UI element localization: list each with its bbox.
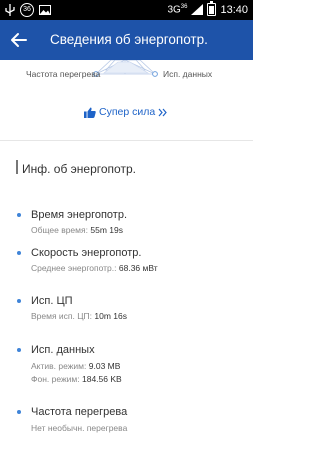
bullet-dot xyxy=(17,213,21,217)
double-chevron-right-icon xyxy=(158,108,167,116)
thumbs-up-icon xyxy=(84,107,96,118)
network-type: 3G36 xyxy=(167,3,188,16)
clock: 13:40 xyxy=(220,3,248,16)
back-button[interactable] xyxy=(8,29,30,51)
bullet-dot xyxy=(17,299,21,303)
status-bar: 36 3G36 13:40 xyxy=(0,0,253,20)
page-title: Сведения об энергопотр. xyxy=(50,32,208,47)
item-detail: Фон. режим: 184.56 KB xyxy=(31,374,122,384)
item-detail: Актив. режим: 9.03 MB xyxy=(31,361,121,371)
bullet-dot xyxy=(17,348,21,352)
section-marker xyxy=(16,160,18,174)
radar-chart: Частота перегрева Исп. данных xyxy=(0,60,253,90)
battery-icon xyxy=(207,1,217,16)
item-title: Исп. ЦП xyxy=(31,295,73,307)
item-detail: Время исп. ЦП: 10m 16s xyxy=(31,311,127,321)
radar-label-right: Исп. данных xyxy=(163,69,213,79)
super-power-label: Супер сила xyxy=(99,106,156,118)
item-detail: Нет необычн. перегрева xyxy=(31,423,128,433)
item-title: Частота перегрева xyxy=(31,406,128,418)
divider xyxy=(0,140,253,141)
item-detail: Общее время: 55m 19s xyxy=(31,225,123,235)
section-title: Инф. об энергопотр. xyxy=(22,162,136,176)
signal-icon xyxy=(191,4,204,15)
radar-point-right xyxy=(152,71,158,77)
notification-badge: 36 xyxy=(20,3,34,17)
image-icon xyxy=(39,5,51,15)
usb-icon xyxy=(5,4,15,16)
arrow-left-icon xyxy=(11,33,27,47)
item-detail: Среднее энергопотр.: 68.36 мВт xyxy=(31,263,158,273)
item-title: Время энергопотр. xyxy=(31,209,128,221)
bullet-dot xyxy=(17,410,21,414)
bullet-dot xyxy=(17,251,21,255)
super-power-button[interactable]: Супер сила xyxy=(84,106,167,118)
item-title: Исп. данных xyxy=(31,344,95,356)
radar-label-left: Частота перегрева xyxy=(26,69,101,79)
app-header: Сведения об энергопотр. xyxy=(0,20,253,60)
item-title: Скорость энергопотр. xyxy=(31,247,142,259)
